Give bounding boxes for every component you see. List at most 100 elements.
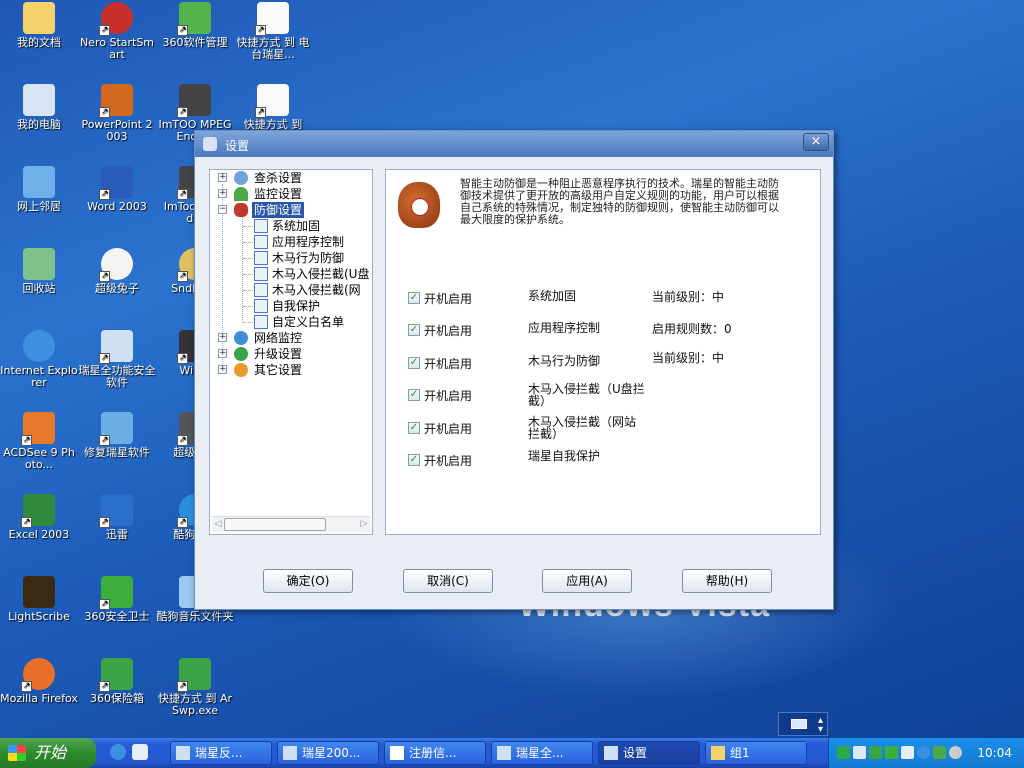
checkbox-label: 开机启用 bbox=[424, 292, 473, 306]
defense-description: 智能主动防御是一种阻止恶意程序执行的技术。瑞星的智能主动防御技术提供了更开放的高… bbox=[460, 177, 779, 226]
desktop-icon-network[interactable]: 网上邻居 bbox=[0, 166, 78, 213]
desktop-icon-my-documents[interactable]: 我的文档 bbox=[0, 2, 78, 49]
rising-shield-icon bbox=[497, 746, 511, 760]
umbrella-icon[interactable] bbox=[933, 746, 946, 759]
tree-item-label: 木马行为防御 bbox=[272, 251, 345, 265]
desktop-icon-lightscribe[interactable]: LightScribe bbox=[0, 576, 78, 623]
tray-icon[interactable] bbox=[869, 746, 882, 759]
checkbox[interactable]: ✓ bbox=[408, 422, 420, 434]
tray-icon[interactable] bbox=[917, 746, 930, 759]
desktop-icon-firefox[interactable]: ↗ Mozilla Firefox bbox=[0, 658, 78, 705]
checkbox-label: 开机启用 bbox=[424, 389, 473, 403]
clock[interactable]: 10:04 bbox=[977, 738, 1012, 768]
desktop-icon-xunlei[interactable]: ↗ 迅雷 bbox=[78, 494, 156, 541]
dialog-titlebar[interactable]: 设置 × bbox=[195, 131, 833, 157]
expand-icon[interactable]: + bbox=[218, 189, 227, 198]
task-button[interactable]: 瑞星200... bbox=[277, 741, 379, 765]
desktop-icon-label: 迅雷 bbox=[106, 528, 128, 541]
desktop-icon-arswp[interactable]: ↗ 快捷方式 到 ArSwp.exe bbox=[156, 658, 234, 717]
tree-line bbox=[243, 242, 253, 243]
checkbox[interactable]: ✓ bbox=[408, 454, 420, 466]
tree-line bbox=[243, 306, 253, 307]
tree-item-trojan-usb[interactable]: 木马入侵拦截(U盘 bbox=[216, 266, 372, 282]
tree-item-label: 查杀设置 bbox=[254, 171, 303, 185]
360-guard-icon[interactable] bbox=[885, 746, 898, 759]
desktop-icon-rising-suite[interactable]: ↗ 瑞星全功能安全软件 bbox=[78, 330, 156, 389]
chevron-icon[interactable]: ▴ ▾ bbox=[818, 716, 823, 735]
checkbox[interactable]: ✓ bbox=[408, 324, 420, 336]
scroll-left-icon[interactable]: ◁ bbox=[213, 518, 223, 531]
show-desktop-icon[interactable] bbox=[132, 744, 148, 760]
desktop-icon-label: 360保险箱 bbox=[90, 692, 144, 705]
desktop-icon-shortcut[interactable]: ↗ 快捷方式 到 bbox=[234, 84, 312, 131]
desktop-icon-label: 瑞星全功能安全软件 bbox=[78, 364, 156, 389]
tray-icon[interactable] bbox=[837, 746, 850, 759]
tree-item-trojan-web[interactable]: 木马入侵拦截(网 bbox=[216, 282, 372, 298]
internet-explorer-icon[interactable] bbox=[110, 744, 126, 760]
rising-shield-icon bbox=[203, 137, 217, 151]
tree-item-label: 系统加固 bbox=[272, 219, 321, 233]
desktop-icon-nero[interactable]: ↗ Nero StartSmart bbox=[78, 2, 156, 61]
printer-icon[interactable] bbox=[901, 746, 914, 759]
360-guard-icon: ↗ bbox=[99, 576, 133, 610]
network-icon[interactable] bbox=[853, 746, 866, 759]
desktop-icon-excel[interactable]: ↗ Excel 2003 bbox=[0, 494, 78, 541]
tree-line bbox=[243, 258, 253, 259]
checkbox[interactable]: ✓ bbox=[408, 357, 420, 369]
firefox-icon: ↗ bbox=[21, 658, 55, 692]
desktop-icon-super-rabbit[interactable]: ↗ 超级兔子 bbox=[78, 248, 156, 295]
expand-icon[interactable]: + bbox=[218, 333, 227, 342]
document-icon bbox=[254, 251, 268, 265]
powerpoint-icon: ↗ bbox=[99, 84, 133, 118]
expand-icon[interactable]: + bbox=[218, 349, 227, 358]
desktop-icon-shortcut-radio[interactable]: ↗ 快捷方式 到 电台瑞星... bbox=[234, 2, 312, 61]
folder-icon bbox=[711, 746, 725, 760]
checkbox-label: 开机启用 bbox=[424, 357, 473, 371]
desktop-icon-360-safe[interactable]: ↗ 360保险箱 bbox=[78, 658, 156, 705]
rising-shield-icon: ↗ bbox=[99, 330, 133, 364]
desktop-icon-label: LightScribe bbox=[8, 610, 70, 623]
desktop-icon-powerpoint[interactable]: ↗ PowerPoint 2003 bbox=[78, 84, 156, 143]
scroll-right-icon[interactable]: ▷ bbox=[359, 518, 369, 531]
scrollbar-thumb[interactable] bbox=[224, 518, 326, 531]
task-button[interactable]: 注册信... bbox=[384, 741, 486, 765]
language-bar[interactable]: ▴ ▾ bbox=[778, 712, 828, 736]
desktop-icon-internet-explorer[interactable]: Internet Explorer bbox=[0, 330, 78, 389]
cancel-button[interactable]: 取消(C) bbox=[403, 569, 493, 593]
desktop-icon-repair-rising[interactable]: ↗ 修复瑞星软件 bbox=[78, 412, 156, 459]
dialog-title: 设置 bbox=[225, 139, 250, 153]
ok-button[interactable]: 确定(O) bbox=[263, 569, 353, 593]
search-icon bbox=[234, 171, 248, 185]
settings-tree[interactable]: + 查杀设置 + 监控设置 − 防御设置 系统加固 应用程序控制 木马行为防御 … bbox=[209, 169, 373, 535]
task-button[interactable]: 瑞星反... bbox=[170, 741, 272, 765]
desktop-icon-word[interactable]: ↗ Word 2003 bbox=[78, 166, 156, 213]
desktop-icon-acdsee[interactable]: ↗ ACDSee 9 Photo... bbox=[0, 412, 78, 471]
tree-item-label: 其它设置 bbox=[254, 363, 303, 377]
keyboard-icon[interactable] bbox=[791, 719, 807, 729]
checkbox-label: 开机启用 bbox=[424, 454, 473, 468]
start-button[interactable]: 开始 bbox=[0, 738, 96, 768]
task-label: 设置 bbox=[623, 746, 648, 760]
task-button[interactable]: 组1 bbox=[705, 741, 807, 765]
checkbox[interactable]: ✓ bbox=[408, 292, 420, 304]
task-button-active[interactable]: 设置 bbox=[598, 741, 700, 765]
horizontal-scrollbar[interactable]: ◁ ▷ bbox=[212, 516, 370, 532]
help-button[interactable]: 帮助(H) bbox=[682, 569, 772, 593]
setting-name: 应用程序控制 bbox=[528, 321, 601, 335]
desktop-icon-recycle-bin[interactable]: 回收站 bbox=[0, 248, 78, 295]
task-button[interactable]: 瑞星全... bbox=[491, 741, 593, 765]
desktop-icon-my-computer[interactable]: 我的电脑 bbox=[0, 84, 78, 131]
checkbox[interactable]: ✓ bbox=[408, 389, 420, 401]
close-button[interactable]: × bbox=[803, 133, 829, 151]
desktop-icon-360-guard[interactable]: ↗ 360安全卫士 bbox=[78, 576, 156, 623]
expand-icon[interactable]: + bbox=[218, 173, 227, 182]
tree-item-label: 升级设置 bbox=[254, 347, 303, 361]
apply-button[interactable]: 应用(A) bbox=[542, 569, 632, 593]
task-label: 瑞星全... bbox=[516, 746, 564, 760]
speaker-icon[interactable] bbox=[949, 746, 962, 759]
tree-item-label: 网络监控 bbox=[254, 331, 303, 345]
desktop-icon-360-soft[interactable]: ↗ 360软件管理 bbox=[156, 2, 234, 49]
windows-logo-icon bbox=[8, 745, 26, 761]
collapse-icon[interactable]: − bbox=[218, 205, 227, 214]
expand-icon[interactable]: + bbox=[218, 365, 227, 374]
